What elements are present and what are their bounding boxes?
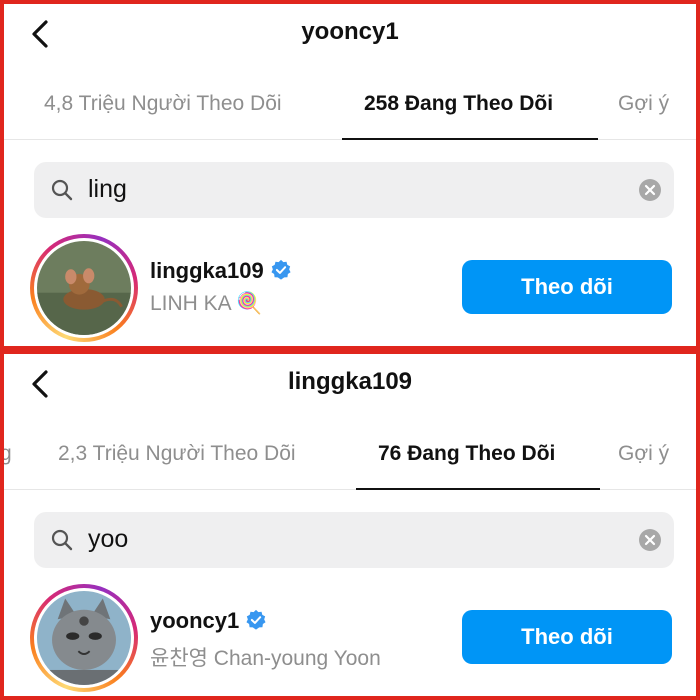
tab-partial[interactable]: g xyxy=(4,442,12,466)
username[interactable]: yooncy1 xyxy=(150,608,267,634)
tab-following[interactable]: 258 Đang Theo Dõi xyxy=(364,92,553,116)
avatar-image xyxy=(37,241,131,335)
tab-following[interactable]: 76 Đang Theo Dõi xyxy=(378,442,555,466)
tab-bar: g 2,3 Triệu Người Theo Dõi 76 Đang Theo … xyxy=(4,434,696,490)
follow-button[interactable]: Theo dõi xyxy=(462,260,672,314)
avatar[interactable] xyxy=(30,234,138,342)
page-title: yooncy1 xyxy=(301,18,399,45)
profile-following-panel-top: yooncy1 4,8 Triệu Người Theo Dõi 258 Đan… xyxy=(0,0,700,350)
clear-icon[interactable] xyxy=(638,528,662,552)
tab-bar: 4,8 Triệu Người Theo Dõi 258 Đang Theo D… xyxy=(4,84,696,140)
search-input[interactable]: yoo xyxy=(34,512,674,568)
search-query: yoo xyxy=(88,525,129,553)
search-input[interactable]: ling xyxy=(34,162,674,218)
page-title: linggka109 xyxy=(287,368,413,395)
tab-followers[interactable]: 4,8 Triệu Người Theo Dõi xyxy=(44,92,282,116)
search-query: ling xyxy=(88,175,127,203)
active-tab-indicator xyxy=(342,138,598,140)
follow-button[interactable]: Theo dõi xyxy=(462,610,672,664)
username-text: yooncy1 xyxy=(150,608,240,633)
username-text: linggka109 xyxy=(150,258,264,283)
full-name: 윤찬영 Chan-young Yoon xyxy=(150,647,381,670)
avatar-image xyxy=(37,591,131,685)
header: linggka109 xyxy=(4,354,696,416)
profile-following-panel-bottom: linggka109 g 2,3 Triệu Người Theo Dõi 76… xyxy=(0,350,700,700)
active-tab-indicator xyxy=(356,488,600,490)
tab-followers[interactable]: 2,3 Triệu Người Theo Dõi xyxy=(58,442,296,466)
verified-badge-icon xyxy=(246,609,266,630)
clear-icon[interactable] xyxy=(638,178,662,202)
avatar[interactable] xyxy=(30,584,138,692)
header: yooncy1 xyxy=(4,4,696,66)
search-icon xyxy=(51,179,73,201)
list-item[interactable]: yooncy1 윤찬영 Chan-young Yoon Theo dõi xyxy=(4,582,696,692)
verified-badge-icon xyxy=(271,259,291,280)
search-icon xyxy=(51,529,73,551)
list-item[interactable]: linggka109 LINH KA 🍭 Theo dõi xyxy=(4,232,696,342)
tab-suggestions[interactable]: Gợi ý xyxy=(618,442,669,466)
username[interactable]: linggka109 xyxy=(150,258,292,284)
tab-suggestions[interactable]: Gợi ý xyxy=(618,92,669,116)
full-name: LINH KA 🍭 xyxy=(150,292,263,315)
